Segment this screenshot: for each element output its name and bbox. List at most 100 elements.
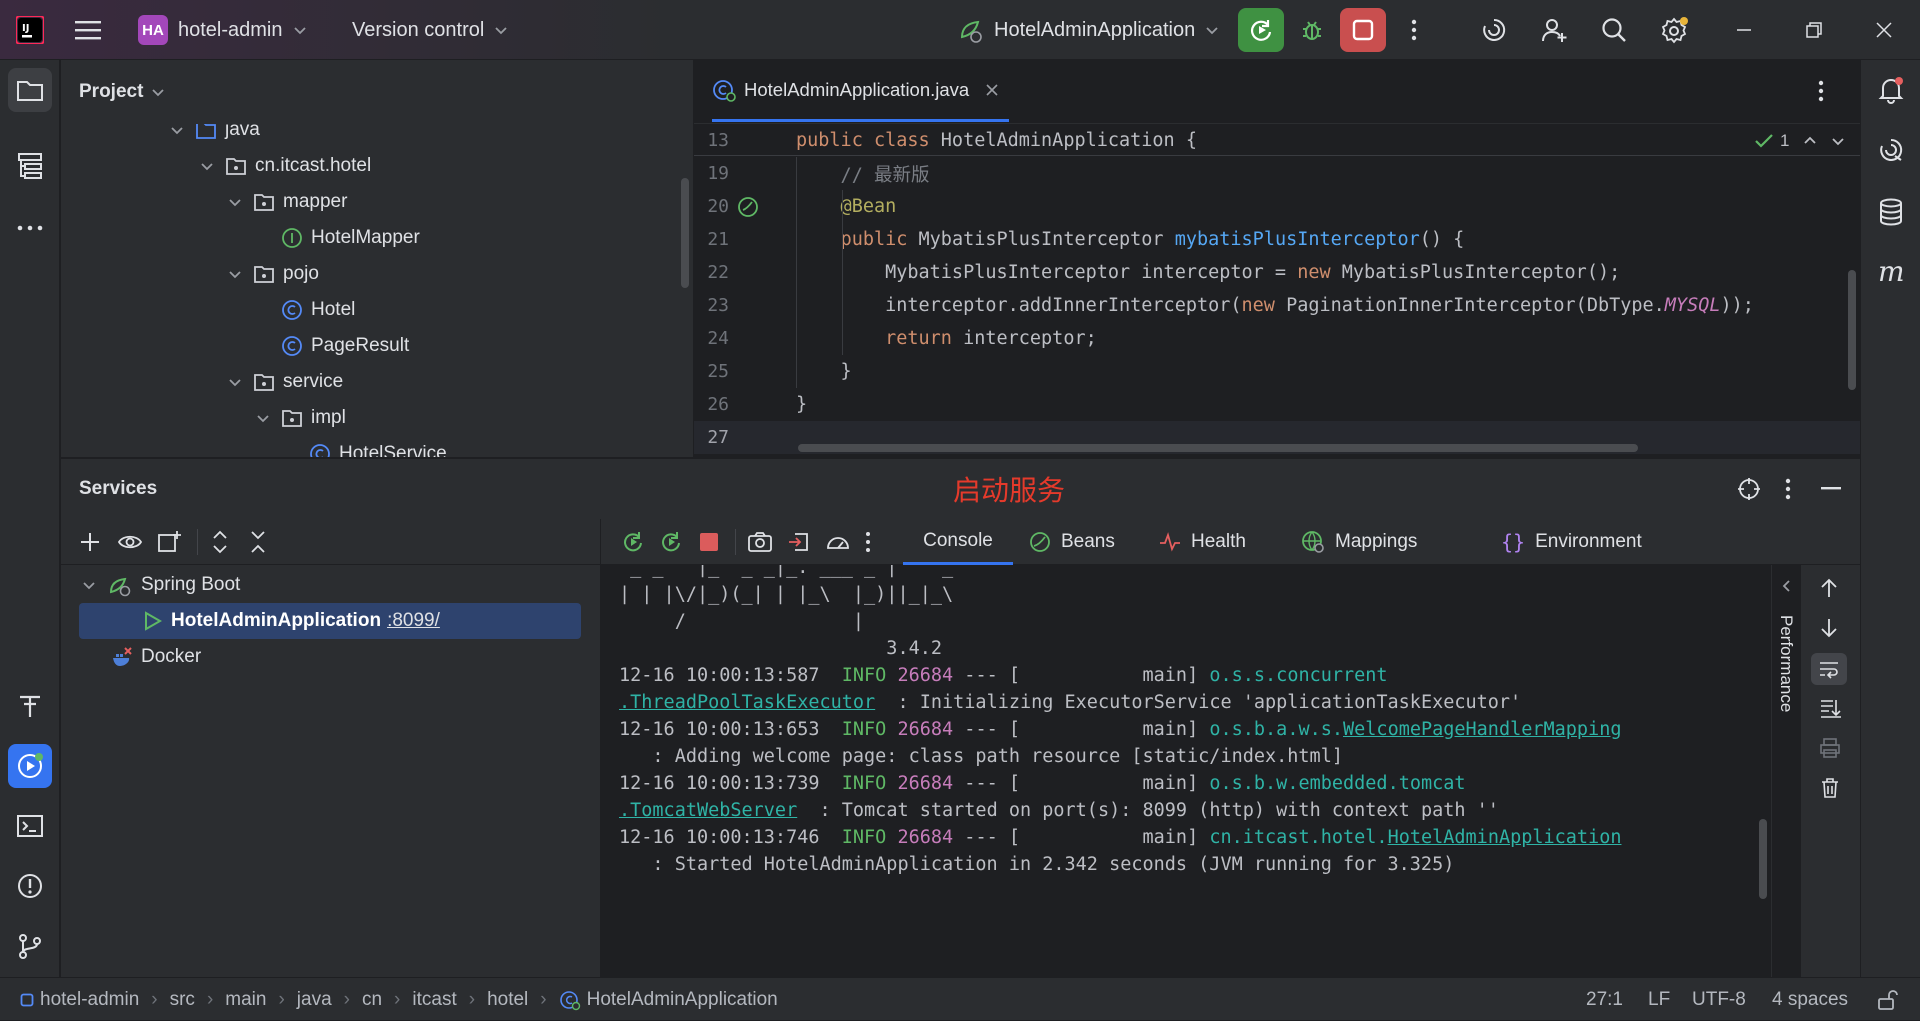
intellij-logo-icon[interactable]: IJ (12, 12, 48, 48)
project-panel-header[interactable]: Project (79, 60, 165, 124)
log-logger-link[interactable]: .ThreadPoolTaskExecutor (619, 692, 875, 713)
gauge-icon[interactable] (825, 530, 851, 554)
console-output[interactable]: _ _ |_ _ _|_. ___ _ | _ | | |\/|_)(_| | … (601, 565, 1771, 978)
services-tool-button[interactable] (8, 744, 52, 788)
breadcrumb-item[interactable]: java (297, 989, 332, 1011)
code-line[interactable]: 20 @Bean (694, 190, 1860, 223)
editor-tab[interactable]: HotelAdminApplication.java (712, 60, 1010, 122)
chevron-left-icon[interactable] (1780, 579, 1794, 593)
read-only-toggle[interactable] (1876, 978, 1898, 1021)
tree-item-pojo[interactable]: pojo (225, 256, 319, 292)
close-window-button[interactable] (1866, 12, 1902, 48)
tree-item-impl[interactable]: impl (253, 400, 346, 436)
caret-position[interactable]: 27:1 (1586, 978, 1623, 1021)
project-tool-button[interactable] (8, 68, 52, 112)
breadcrumb-item[interactable]: cn (362, 989, 382, 1011)
line-separator[interactable]: LF (1648, 978, 1670, 1021)
code-line[interactable]: 13 public class HotelAdminApplication { (694, 124, 1860, 157)
tree-item-spring-boot[interactable]: Spring Boot (79, 567, 240, 603)
app-port-link[interactable]: :8099/ (387, 610, 440, 632)
rerun-icon[interactable] (621, 530, 645, 554)
console-scrollbar[interactable] (1759, 819, 1767, 899)
log-logger-link[interactable]: WelcomePageHandlerMapping (1343, 719, 1621, 740)
expand-all-icon[interactable] (211, 529, 229, 555)
tree-item-hotelservice[interactable]: HotelService (309, 436, 447, 457)
exit-icon[interactable] (787, 530, 811, 554)
ai-chat-button[interactable] (1869, 128, 1913, 172)
project-scrollbar[interactable] (681, 178, 689, 288)
problems-tool-button[interactable] (8, 864, 52, 908)
print-icon[interactable] (1819, 737, 1841, 759)
tab-health[interactable]: Health (1159, 519, 1246, 565)
restore-button[interactable] (1796, 12, 1832, 48)
code-line[interactable]: 19 // 最新版 (694, 157, 1860, 190)
breadcrumb-item[interactable]: HotelAdminApplication (587, 989, 778, 1011)
scroll-to-end-icon[interactable] (1819, 697, 1841, 719)
stop-icon[interactable] (699, 532, 719, 552)
tree-item-java[interactable]: java (167, 124, 260, 148)
rerun-button[interactable] (1238, 8, 1284, 52)
trash-icon[interactable] (1819, 777, 1841, 799)
log-logger[interactable]: o.s.s.concurrent (1209, 665, 1387, 686)
terminal-tool-button[interactable] (8, 804, 52, 848)
settings-button[interactable] (1656, 12, 1692, 48)
search-button[interactable] (1596, 12, 1632, 48)
services-hide-button[interactable] (1821, 487, 1841, 491)
soft-wrap-button[interactable] (1811, 653, 1847, 685)
tree-item-pageresult[interactable]: PageResult (281, 328, 409, 364)
tree-item-docker[interactable]: Docker (111, 639, 201, 675)
main-menu-icon[interactable] (70, 12, 106, 48)
maven-button[interactable]: m (1869, 250, 1913, 294)
services-target-button[interactable] (1737, 477, 1761, 501)
endpoints-tool-button[interactable] (8, 684, 52, 728)
editor-horizontal-scrollbar[interactable] (798, 444, 1638, 452)
code-line[interactable]: 21 public MybatisPlusInterceptor mybatis… (694, 223, 1860, 256)
performance-side-panel[interactable]: Performance (1771, 565, 1801, 978)
database-button[interactable] (1869, 190, 1913, 234)
tab-beans[interactable]: Beans (1029, 519, 1115, 565)
bean-gutter-icon[interactable] (736, 195, 760, 219)
stop-button[interactable] (1340, 8, 1386, 52)
tree-item-service[interactable]: service (225, 364, 343, 400)
code-line[interactable]: 24 return interceptor; (694, 322, 1860, 355)
tree-item-hotel[interactable]: Hotel (281, 292, 355, 328)
close-tab-icon[interactable] (985, 83, 999, 97)
indent-setting[interactable]: 4 spaces (1772, 978, 1848, 1021)
code-line[interactable]: 25 } (694, 355, 1860, 388)
breadcrumb-item[interactable]: hotel-admin (40, 989, 139, 1011)
more-tools-button[interactable] (8, 206, 52, 250)
debug-button[interactable] (1294, 12, 1330, 48)
run-config-selector[interactable]: HotelAdminApplication (956, 0, 1219, 60)
minimize-button[interactable] (1726, 12, 1762, 48)
notifications-button[interactable] (1869, 68, 1913, 112)
editor-more-button[interactable] (1818, 80, 1824, 102)
code-line[interactable]: 26 } (694, 388, 1860, 421)
breadcrumb-item[interactable]: src (170, 989, 195, 1011)
services-more-button[interactable] (1785, 478, 1791, 500)
collapse-all-icon[interactable] (249, 529, 267, 555)
tree-item-hoteladminapplication[interactable]: HotelAdminApplication :8099/ (141, 603, 440, 639)
log-logger-link[interactable]: .TomcatWebServer (619, 800, 797, 821)
structure-tool-button[interactable] (8, 144, 52, 188)
add-icon[interactable] (79, 531, 101, 553)
code-line[interactable]: 22 MybatisPlusInterceptor interceptor = … (694, 256, 1860, 289)
code-with-me-button[interactable] (1536, 12, 1572, 48)
more-actions-button[interactable] (1396, 12, 1432, 48)
tab-console[interactable]: Console (903, 519, 1013, 565)
breadcrumb-item[interactable]: itcast (412, 989, 456, 1011)
arrow-down-icon[interactable] (1819, 617, 1839, 639)
version-control-menu[interactable]: Version control (352, 0, 508, 60)
git-tool-button[interactable] (8, 924, 52, 968)
tree-item-mapper[interactable]: mapper (225, 184, 347, 220)
tab-mappings[interactable]: Mappings (1301, 519, 1417, 565)
file-encoding[interactable]: UTF-8 (1692, 978, 1746, 1021)
arrow-up-icon[interactable] (1819, 577, 1839, 599)
eye-icon[interactable] (117, 531, 143, 553)
tree-item-hotelmapper[interactable]: HotelMapper (281, 220, 420, 256)
camera-icon[interactable] (747, 530, 773, 554)
code-line[interactable]: 23 interceptor.addInnerInterceptor(new P… (694, 289, 1860, 322)
log-logger-link[interactable]: HotelAdminApplication (1388, 827, 1622, 848)
tree-item-cn-itcast-hotel[interactable]: cn.itcast.hotel (197, 148, 371, 184)
more-vertical-icon[interactable] (865, 531, 871, 553)
breadcrumb-item[interactable]: main (225, 989, 266, 1011)
